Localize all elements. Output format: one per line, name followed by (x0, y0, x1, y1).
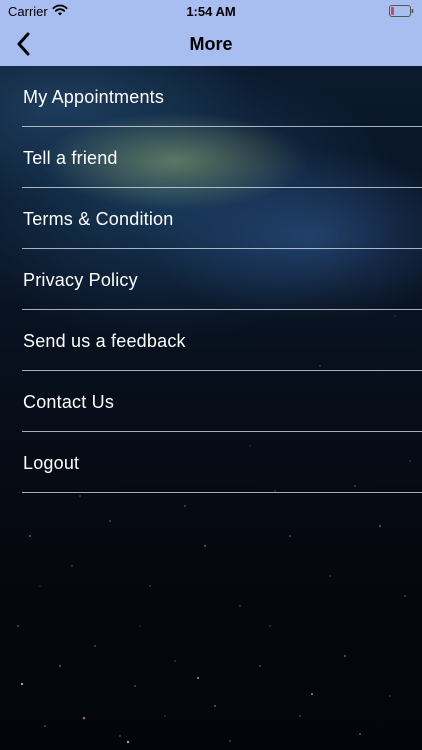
menu-item-label: Privacy Policy (23, 270, 138, 290)
menu-item-send-feedback[interactable]: Send us a feedback (22, 310, 422, 371)
menu-item-terms-condition[interactable]: Terms & Condition (22, 188, 422, 249)
navigation-bar: More (0, 22, 422, 66)
menu-item-label: Contact Us (23, 392, 115, 412)
battery-icon (389, 5, 414, 17)
menu-item-label: Terms & Condition (23, 209, 174, 229)
menu-item-label: Logout (23, 453, 80, 473)
menu-item-my-appointments[interactable]: My Appointments (22, 66, 422, 127)
menu-item-label: Tell a friend (23, 148, 118, 168)
menu-item-logout[interactable]: Logout (22, 432, 422, 493)
menu-item-label: My Appointments (23, 87, 165, 107)
menu-list: My Appointments Tell a friend Terms & Co… (0, 66, 422, 493)
menu-item-tell-a-friend[interactable]: Tell a friend (22, 127, 422, 188)
status-bar: Carrier 1:54 AM (0, 0, 422, 22)
menu-item-label: Send us a feedback (23, 331, 186, 351)
content-area: My Appointments Tell a friend Terms & Co… (0, 66, 422, 750)
page-title: More (189, 34, 233, 54)
menu-item-contact-us[interactable]: Contact Us (22, 371, 422, 432)
status-time: 1:54 AM (186, 4, 236, 19)
menu-item-privacy-policy[interactable]: Privacy Policy (22, 249, 422, 310)
